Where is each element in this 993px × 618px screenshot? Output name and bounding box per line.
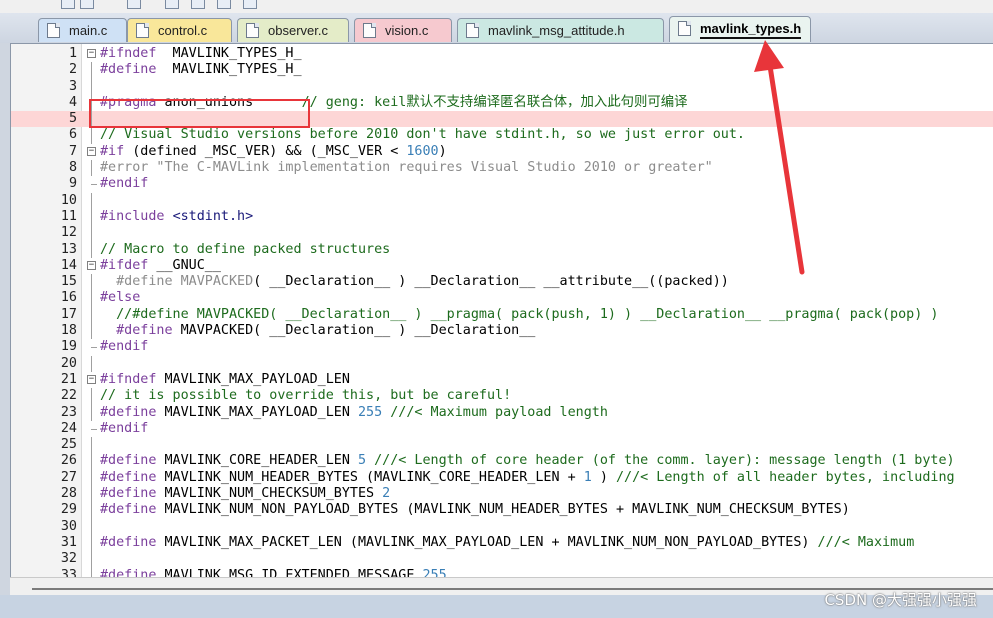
annotation-arrow-shaft [767, 63, 805, 275]
annotation-arrow [754, 40, 805, 275]
annotation-arrow-head [754, 40, 784, 72]
watermark: CSDN @大强强小强强 [824, 591, 977, 609]
